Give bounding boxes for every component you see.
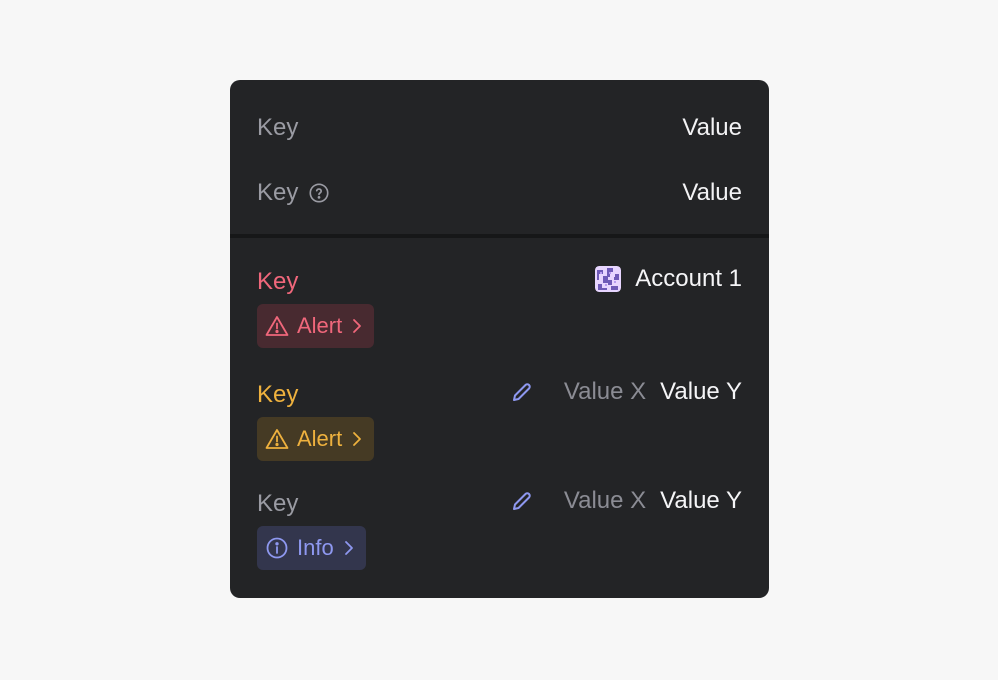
pencil-icon[interactable] xyxy=(510,489,534,513)
page-background: Key Value Key Value Key Alert Account 1 … xyxy=(0,0,998,680)
change-values: Value X Value Y xyxy=(510,378,742,406)
badge-label: Info xyxy=(297,535,334,560)
badge-label: Alert xyxy=(297,426,343,451)
new-value: Value Y xyxy=(660,378,742,405)
summary-row: Key Value xyxy=(257,108,742,148)
summary-section: Key Value Key Value xyxy=(230,80,769,234)
alert-badge-red[interactable]: Alert xyxy=(257,304,375,348)
info-circle-icon xyxy=(266,537,288,559)
account-name: Account 1 xyxy=(635,265,742,292)
chevron-right-icon xyxy=(353,319,362,333)
row-key-label: Key xyxy=(257,179,299,206)
warning-triangle-icon xyxy=(265,429,289,449)
details-card: Key Value Key Value Key Alert Account 1 … xyxy=(230,80,769,598)
warning-triangle-icon xyxy=(265,316,289,336)
row-value: Value xyxy=(682,114,742,141)
account-row: Key Alert Account 1 xyxy=(257,265,742,358)
badge-label: Alert xyxy=(297,313,343,338)
old-value: Value X xyxy=(563,487,647,514)
help-circle-icon[interactable] xyxy=(308,182,330,204)
alert-badge-yellow[interactable]: Alert xyxy=(257,417,375,461)
change-row: Key Alert Value X Value Y xyxy=(257,378,742,471)
change-row: Key Info Value X Value Y xyxy=(257,487,742,580)
row-key: Key xyxy=(257,114,299,141)
chevron-right-icon xyxy=(344,541,353,555)
account-value: Account 1 xyxy=(595,265,742,293)
pencil-icon[interactable] xyxy=(510,380,534,404)
section-divider xyxy=(230,234,769,238)
change-values: Value X Value Y xyxy=(510,487,742,515)
summary-row-with-help: Key Value xyxy=(257,173,742,213)
chevron-right-icon xyxy=(353,432,362,446)
account-avatar-icon xyxy=(595,266,622,292)
info-badge[interactable]: Info xyxy=(257,526,366,570)
old-value: Value X xyxy=(563,378,647,405)
row-key-with-help: Key xyxy=(257,179,330,207)
row-value: Value xyxy=(682,179,742,206)
new-value: Value Y xyxy=(660,487,742,514)
